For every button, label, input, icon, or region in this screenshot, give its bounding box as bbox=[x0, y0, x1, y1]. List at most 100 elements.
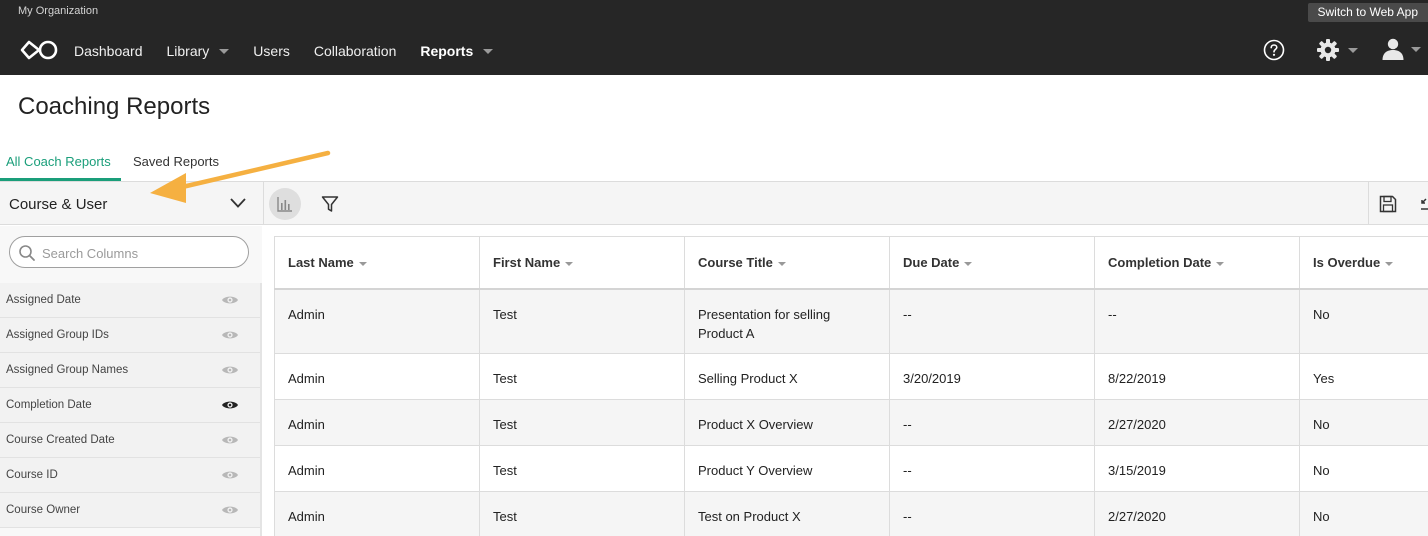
caret-down-icon bbox=[1411, 47, 1421, 52]
table-cell: No bbox=[1299, 399, 1428, 446]
table-cell: Test bbox=[479, 353, 685, 400]
list-item[interactable]: Course Owner bbox=[0, 493, 260, 528]
nav-library[interactable]: Library bbox=[167, 43, 230, 59]
column-label: Course Created Date bbox=[6, 434, 115, 446]
table-cell: 3/15/2019 bbox=[1094, 445, 1300, 492]
category-dropdown-label[interactable]: Course & User bbox=[9, 196, 107, 213]
table-row[interactable]: Admin Test Presentation for selling Prod… bbox=[274, 288, 1428, 354]
table-cell: -- bbox=[889, 399, 1095, 446]
header-label: Due Date bbox=[903, 255, 960, 270]
search-columns-input[interactable] bbox=[42, 243, 242, 263]
column-label: Course ID bbox=[6, 469, 58, 481]
caret-down-icon bbox=[483, 49, 494, 54]
table-row[interactable]: Admin Test Product X Overview -- 2/27/20… bbox=[274, 399, 1428, 446]
nav-label: Reports bbox=[420, 43, 474, 59]
eye-icon[interactable] bbox=[221, 363, 239, 377]
list-item[interactable]: Completion Date bbox=[0, 388, 260, 423]
eye-icon[interactable] bbox=[221, 328, 239, 342]
table-cell: Product Y Overview bbox=[684, 445, 890, 492]
sort-caret-icon bbox=[777, 261, 786, 266]
organization-name: My Organization bbox=[18, 5, 99, 17]
table-cell: 3/20/2019 bbox=[889, 353, 1095, 400]
list-item[interactable]: Assigned Date bbox=[0, 283, 260, 318]
sort-caret-icon bbox=[964, 261, 973, 266]
toolbar-divider bbox=[1368, 182, 1369, 225]
column-header-first-name[interactable]: First Name bbox=[479, 236, 685, 290]
table-cell: No bbox=[1299, 445, 1428, 492]
table-row[interactable]: Admin Test Product Y Overview -- 3/15/20… bbox=[274, 445, 1428, 492]
eye-icon[interactable] bbox=[221, 433, 239, 447]
list-item[interactable]: Course Created Date bbox=[0, 423, 260, 458]
main-nav: Dashboard Library Users Collaboration Re… bbox=[74, 43, 517, 59]
header-label: Is Overdue bbox=[1313, 255, 1381, 270]
eye-icon[interactable] bbox=[221, 468, 239, 482]
search-icon bbox=[19, 245, 35, 261]
table-cell: -- bbox=[889, 491, 1095, 536]
sort-caret-icon bbox=[1385, 261, 1394, 266]
column-header-completion-date[interactable]: Completion Date bbox=[1094, 236, 1300, 290]
table-cell: Test bbox=[479, 399, 685, 446]
eye-icon[interactable] bbox=[221, 398, 239, 412]
table-cell: Presentation for selling Product A bbox=[684, 288, 890, 354]
settings-menu[interactable] bbox=[1316, 38, 1358, 62]
save-icon[interactable] bbox=[1378, 194, 1398, 214]
table-cell: Admin bbox=[274, 399, 480, 446]
column-label: Assigned Date bbox=[6, 294, 81, 306]
tab-all-coach-reports[interactable]: All Coach Reports bbox=[6, 154, 111, 169]
report-table-container: Last Name First Name Course Title Due Da… bbox=[274, 236, 1428, 536]
table-cell: Admin bbox=[274, 353, 480, 400]
table-cell: Test bbox=[479, 491, 685, 536]
infinity-logo-icon[interactable] bbox=[18, 38, 60, 62]
table-row[interactable]: Admin Test Test on Product X -- 2/27/202… bbox=[274, 491, 1428, 536]
column-list: Assigned Date Assigned Group IDs Assigne… bbox=[0, 283, 260, 528]
table-cell: Admin bbox=[274, 491, 480, 536]
export-icon[interactable] bbox=[1418, 196, 1428, 212]
list-item[interactable]: Assigned Group IDs bbox=[0, 318, 260, 353]
page-title: Coaching Reports bbox=[18, 93, 211, 120]
nav-label: Dashboard bbox=[74, 43, 143, 59]
header-label: Completion Date bbox=[1108, 255, 1212, 270]
gear-icon bbox=[1317, 39, 1339, 61]
nav-collaboration[interactable]: Collaboration bbox=[314, 43, 397, 59]
table-cell: 2/27/2020 bbox=[1094, 399, 1300, 446]
switch-to-web-app-button[interactable]: Switch to Web App bbox=[1307, 3, 1428, 22]
table-cell: Product X Overview bbox=[684, 399, 890, 446]
column-header-last-name[interactable]: Last Name bbox=[274, 236, 480, 290]
sort-caret-icon bbox=[565, 261, 574, 266]
nav-users[interactable]: Users bbox=[253, 43, 290, 59]
column-header-due-date[interactable]: Due Date bbox=[889, 236, 1095, 290]
table-cell: -- bbox=[889, 445, 1095, 492]
table-cell: Test bbox=[479, 288, 685, 354]
help-circle-icon[interactable] bbox=[1263, 39, 1285, 61]
user-icon bbox=[1382, 38, 1404, 60]
search-columns-box[interactable] bbox=[9, 236, 249, 268]
top-navigation-bar: My Organization Switch to Web App Dashbo… bbox=[0, 0, 1428, 75]
eye-icon[interactable] bbox=[221, 293, 239, 307]
nav-reports[interactable]: Reports bbox=[420, 43, 494, 59]
nav-dashboard[interactable]: Dashboard bbox=[74, 43, 143, 59]
list-item[interactable]: Assigned Group Names bbox=[0, 353, 260, 388]
column-header-course-title[interactable]: Course Title bbox=[684, 236, 890, 290]
column-label: Completion Date bbox=[6, 399, 92, 411]
table-row[interactable]: Admin Test Selling Product X 3/20/2019 8… bbox=[274, 353, 1428, 400]
caret-down-icon bbox=[219, 49, 230, 54]
user-menu[interactable] bbox=[1381, 38, 1421, 60]
eye-icon[interactable] bbox=[221, 503, 239, 517]
table-cell: 2/27/2020 bbox=[1094, 491, 1300, 536]
list-item[interactable]: Course ID bbox=[0, 458, 260, 493]
report-table: Last Name First Name Course Title Due Da… bbox=[274, 236, 1428, 536]
table-cell: No bbox=[1299, 491, 1428, 536]
table-cell: -- bbox=[889, 288, 1095, 354]
table-cell: Admin bbox=[274, 445, 480, 492]
caret-down-icon bbox=[1348, 48, 1358, 53]
column-header-is-overdue[interactable]: Is Overdue bbox=[1299, 236, 1428, 290]
column-label: Assigned Group Names bbox=[6, 364, 129, 376]
sidebar-scrollbar[interactable] bbox=[260, 283, 262, 536]
table-cell: Test bbox=[479, 445, 685, 492]
header-label: Course Title bbox=[698, 255, 773, 270]
table-cell: 8/22/2019 bbox=[1094, 353, 1300, 400]
header-label: Last Name bbox=[288, 255, 354, 270]
sort-caret-icon bbox=[358, 261, 367, 266]
table-cell: Yes bbox=[1299, 353, 1428, 400]
nav-label: Library bbox=[166, 43, 210, 59]
